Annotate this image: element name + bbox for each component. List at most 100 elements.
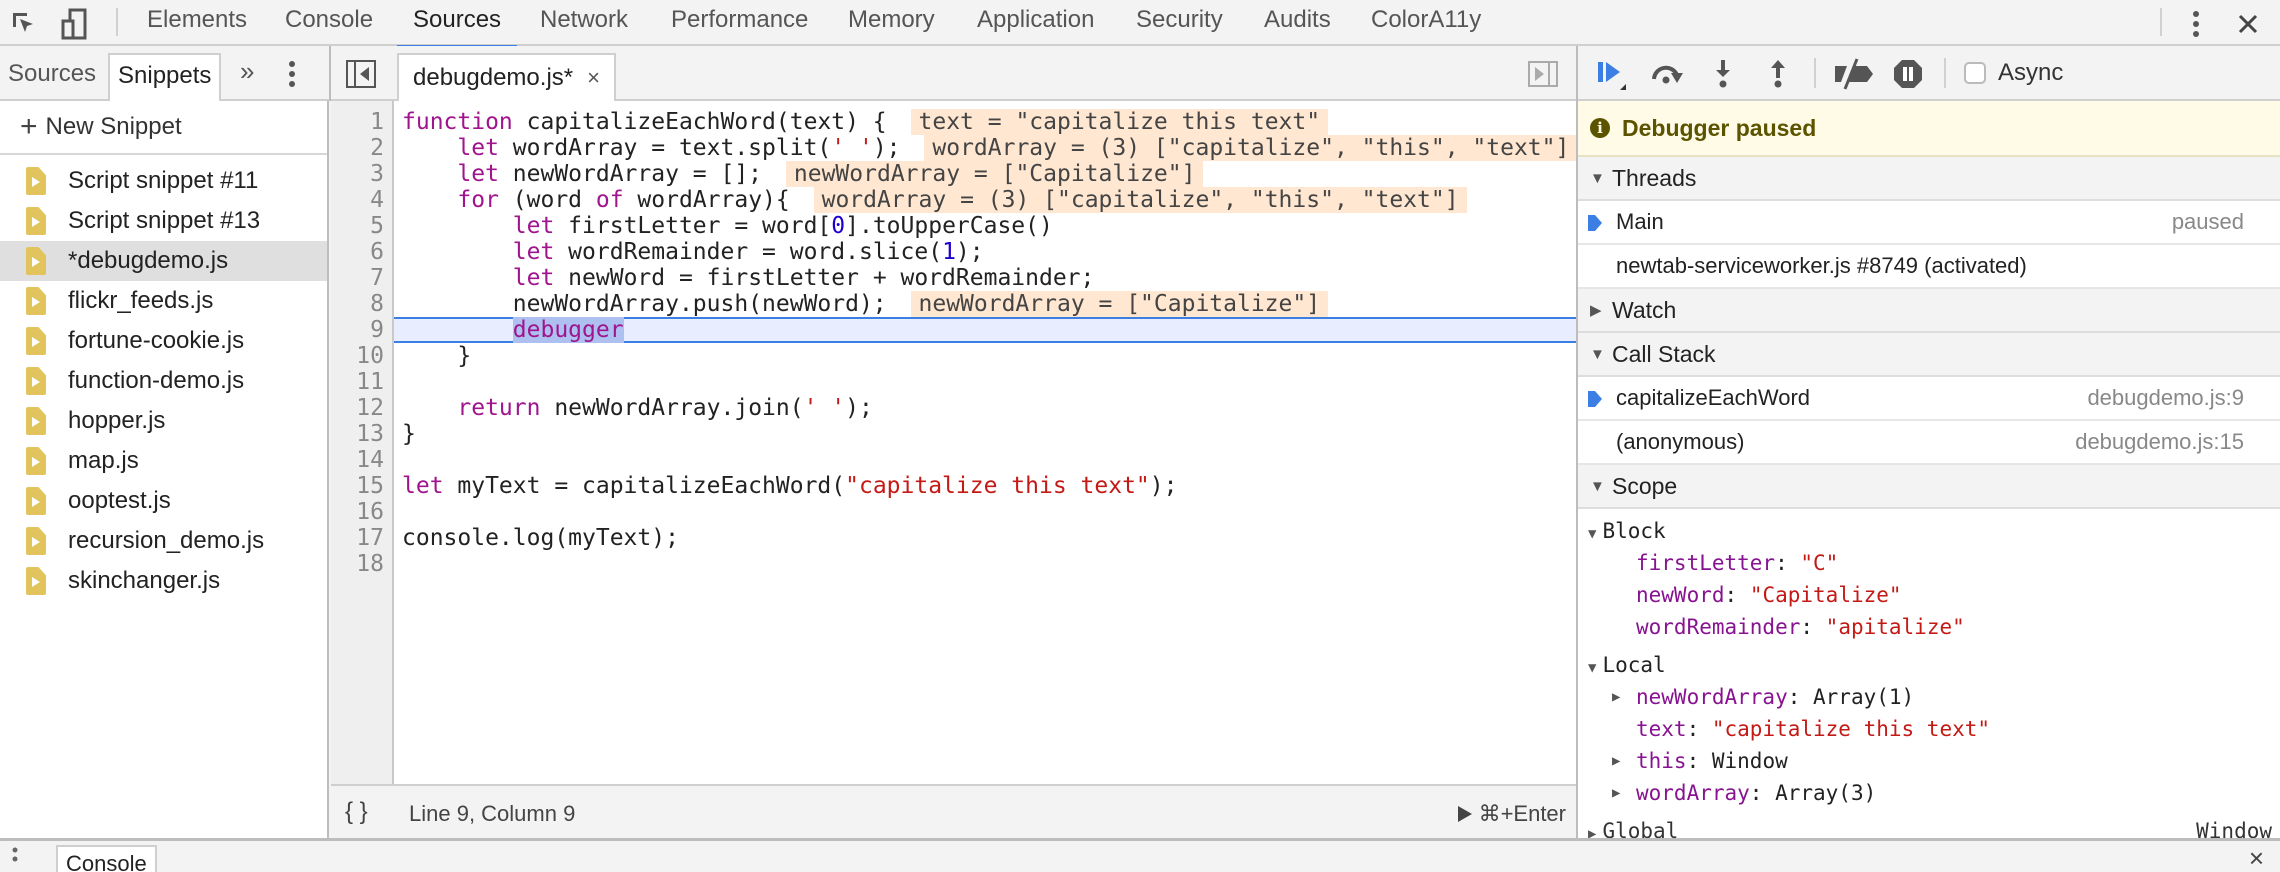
snippet-item[interactable]: map.js [0, 441, 327, 481]
tab-audits[interactable]: Audits [1262, 0, 1333, 46]
line-number[interactable]: 17 [324, 525, 384, 551]
code-line-15: let myText = capitalizeEachWord("capital… [402, 473, 1178, 499]
property-value: Array(1) [1813, 685, 1915, 709]
scope-property[interactable]: newWord: "Capitalize" [1578, 579, 2280, 611]
snippet-item[interactable]: Script snippet #11 [0, 161, 327, 201]
expand-triangle-icon[interactable]: ▶ [1612, 777, 1620, 809]
line-number[interactable]: 2 [324, 135, 384, 161]
more-tabs-icon[interactable]: » [232, 46, 262, 99]
scope-property[interactable]: ▶ wordArray: Array(3) [1578, 777, 2280, 809]
tab-colora11y[interactable]: ColorA11y [1369, 0, 1483, 46]
line-number[interactable]: 15 [324, 473, 384, 499]
tab-network[interactable]: Network [538, 0, 630, 46]
customize-menu-icon[interactable] [2178, 6, 2214, 42]
snippet-item[interactable]: hopper.js [0, 401, 327, 441]
code-line-1: function capitalizeEachWord(text) { text… [394, 109, 1576, 135]
code-line-10: } [402, 343, 472, 369]
line-number[interactable]: 3 [324, 161, 384, 187]
editor-tab-debugdemo[interactable]: debugdemo.js* × [397, 53, 616, 101]
line-number[interactable]: 8 [324, 291, 384, 317]
snippet-item[interactable]: function-demo.js [0, 361, 327, 401]
tab-console[interactable]: Console [283, 0, 375, 46]
new-snippet-button[interactable]: + New Snippet [0, 101, 327, 155]
scope-property[interactable]: firstLetter: "C" [1578, 547, 2280, 579]
close-tab-icon[interactable]: × [587, 56, 600, 100]
line-number[interactable]: 16 [324, 499, 384, 525]
scope-block-header[interactable]: ▼ Block [1578, 515, 2280, 547]
code-line-8: newWordArray.push(newWord); newWordArray… [394, 291, 1576, 317]
line-number-gutter[interactable]: 1 2 3 4 5 6 7 8 9 10 11 12 13 14 15 16 17 18 [331, 101, 394, 784]
inspect-element-icon[interactable] [6, 6, 42, 42]
tab-memory[interactable]: Memory [846, 0, 937, 46]
line-number[interactable]: 18 [324, 551, 384, 577]
debugger-sidebar: i Debugger paused ▼ Threads Main paused … [1578, 101, 2280, 838]
drawer-tab-console[interactable]: Console [56, 845, 157, 872]
snippet-item[interactable]: ooptest.js [0, 481, 327, 521]
threads-section-header[interactable]: ▼ Threads [1578, 157, 2280, 201]
deactivate-breakpoints-button[interactable] [1832, 56, 1876, 92]
line-number[interactable]: 4 [324, 187, 384, 213]
navigator-tab-sources[interactable]: Sources [0, 46, 104, 99]
step-out-button[interactable] [1760, 56, 1796, 92]
toolbar-separator [1944, 58, 1946, 88]
step-into-button[interactable] [1705, 56, 1741, 92]
run-snippet-button[interactable]: ⌘+Enter [1457, 801, 1566, 827]
line-number[interactable]: 7 [324, 265, 384, 291]
scope-global-header[interactable]: ▶ Global Window [1578, 815, 2280, 838]
call-frame[interactable]: (anonymous) debugdemo.js:15 [1578, 421, 2280, 465]
call-stack-section-header[interactable]: ▼ Call Stack [1578, 333, 2280, 377]
line-number[interactable]: 5 [324, 213, 384, 239]
expand-triangle-icon[interactable]: ▶ [1612, 745, 1620, 777]
snippet-item[interactable]: fortune-cookie.js [0, 321, 327, 361]
expand-triangle-icon[interactable]: ▶ [1612, 681, 1620, 713]
cursor-position: Line 9, Column 9 [409, 801, 576, 826]
async-checkbox[interactable] [1964, 62, 1986, 84]
toggle-debugger-icon[interactable] [1528, 61, 1558, 92]
tab-elements[interactable]: Elements [145, 0, 249, 46]
thread-item-serviceworker[interactable]: newtab-serviceworker.js #8749 (activated… [1578, 245, 2280, 289]
line-number[interactable]: 6 [324, 239, 384, 265]
line-number[interactable]: 14 [324, 447, 384, 473]
navigator-tab-snippets[interactable]: Snippets [108, 53, 222, 101]
call-frame[interactable]: capitalizeEachWord debugdemo.js:9 [1578, 377, 2280, 421]
toggle-navigator-icon[interactable] [346, 60, 376, 93]
snippet-item[interactable]: flickr_feeds.js [0, 281, 327, 321]
tab-performance[interactable]: Performance [669, 0, 810, 46]
close-drawer-icon[interactable]: × [2249, 843, 2264, 872]
pretty-print-button[interactable]: { } [345, 798, 368, 826]
scope-property[interactable]: wordRemainder: "apitalize" [1578, 611, 2280, 643]
step-over-button[interactable] [1649, 56, 1685, 92]
pause-on-exceptions-button[interactable] [1890, 56, 1926, 92]
scope-section-header[interactable]: ▼ Scope [1578, 465, 2280, 509]
tab-security[interactable]: Security [1134, 0, 1225, 46]
tab-sources[interactable]: Sources [396, 0, 518, 48]
snippet-item[interactable]: recursion_demo.js [0, 521, 327, 561]
scope-local-header[interactable]: ▼ Local [1578, 649, 2280, 681]
line-number[interactable]: 9 [324, 317, 384, 343]
thread-name: Main [1616, 209, 1664, 234]
close-devtools-icon[interactable] [2230, 6, 2266, 42]
scope-property[interactable]: ▶ newWordArray: Array(1) [1578, 681, 2280, 713]
section-title: Watch [1612, 296, 1677, 323]
line-number[interactable]: 1 [324, 109, 384, 135]
navigator-menu-icon[interactable] [288, 60, 296, 93]
line-number[interactable]: 12 [324, 395, 384, 421]
scope-property[interactable]: ▶ this: Window [1578, 745, 2280, 777]
line-number[interactable]: 11 [324, 369, 384, 395]
drawer-menu-icon[interactable] [12, 845, 18, 871]
line-number[interactable]: 10 [324, 343, 384, 369]
snippet-item-selected[interactable]: *debugdemo.js [0, 241, 327, 281]
snippet-item[interactable]: skinchanger.js [0, 561, 327, 601]
frame-location[interactable]: debugdemo.js:9 [2087, 385, 2244, 411]
resume-button[interactable] [1594, 56, 1630, 92]
device-toolbar-icon[interactable] [56, 6, 92, 42]
expanded-triangle-icon: ▼ [1588, 660, 1597, 676]
scope-property[interactable]: text: "capitalize this text" [1578, 713, 2280, 745]
frame-location[interactable]: debugdemo.js:15 [2075, 429, 2244, 455]
line-number[interactable]: 13 [324, 421, 384, 447]
code-editor[interactable]: function capitalizeEachWord(text) { text… [394, 101, 1576, 784]
thread-item-main[interactable]: Main paused [1578, 201, 2280, 245]
tab-application[interactable]: Application [975, 0, 1096, 46]
snippet-item[interactable]: Script snippet #13 [0, 201, 327, 241]
watch-section-header[interactable]: ▶ Watch [1578, 289, 2280, 333]
